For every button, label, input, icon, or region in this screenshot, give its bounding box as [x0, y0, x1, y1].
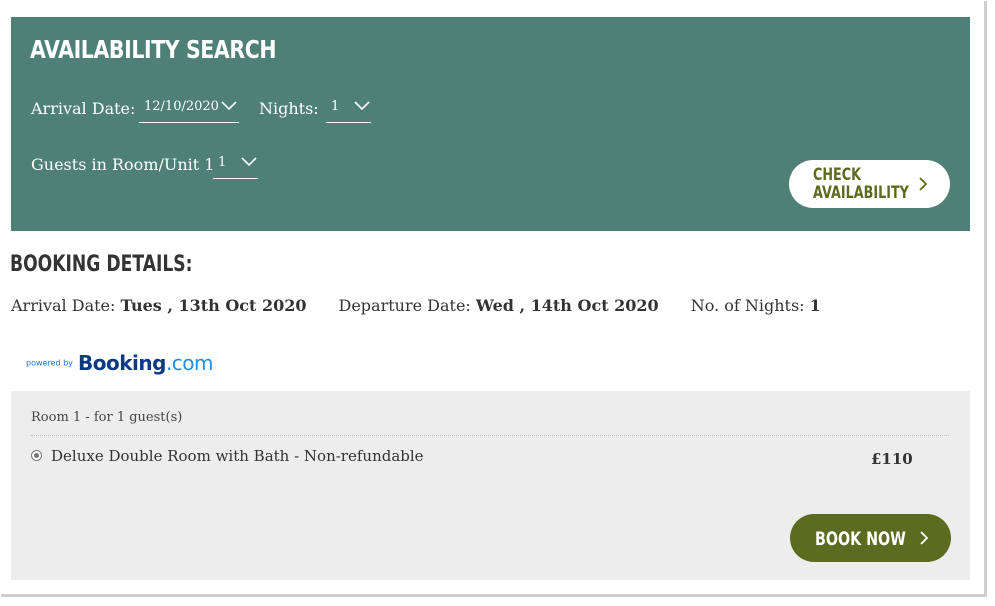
room-options-panel: Room 1 - for 1 guest(s) Deluxe Double Ro… [11, 391, 970, 580]
arrival-date-select[interactable]: 12/10/2020 [139, 95, 239, 123]
booking-details-summary: Arrival Date: Tues , 13th Oct 2020 Depart… [11, 296, 821, 315]
arrival-date-summary-label: Arrival Date: [11, 296, 121, 315]
nights-summary-value: 1 [809, 296, 821, 315]
booking-brand-name: Booking [78, 351, 166, 375]
booking-details-title: BOOKING DETAILS: [10, 252, 193, 277]
chevron-down-icon [241, 157, 257, 167]
chevron-down-icon [221, 101, 237, 111]
room-option-name[interactable]: Deluxe Double Room with Bath - Non-refun… [51, 447, 424, 465]
guests-label: Guests in Room/Unit 1 [31, 155, 215, 174]
chevron-right-icon [919, 177, 928, 191]
powered-by-text: powered by [26, 358, 73, 368]
check-availability-button[interactable]: CHECK AVAILABILITY [789, 160, 950, 208]
nights-value: 1 [331, 99, 340, 114]
check-availability-label: CHECK AVAILABILITY [813, 165, 909, 203]
divider [31, 435, 949, 436]
nights-summary-label: No. of Nights: [690, 296, 810, 315]
arrival-date-summary-value: Tues , 13th Oct 2020 [120, 296, 307, 315]
availability-search-panel: AVAILABILITY SEARCH Arrival Date: 12/10/… [11, 17, 970, 231]
chevron-right-icon [920, 531, 929, 545]
nights-select[interactable]: 1 [326, 95, 371, 123]
booking-brand-suffix: .com [165, 351, 214, 375]
book-now-label: BOOK NOW [815, 528, 906, 550]
arrival-date-label: Arrival Date: [31, 99, 136, 118]
chevron-down-icon [354, 101, 370, 111]
room-option-price: £110 [871, 450, 913, 468]
nights-label: Nights: [259, 99, 319, 118]
departure-date-label: Departure Date: [338, 296, 476, 315]
arrival-date-value: 12/10/2020 [144, 99, 219, 114]
panel-title: AVAILABILITY SEARCH [30, 35, 277, 64]
book-now-button[interactable]: BOOK NOW [790, 514, 951, 562]
booking-brand: Booking.com [78, 351, 214, 375]
guests-value: 1 [218, 155, 227, 170]
departure-date-value: Wed , 14th Oct 2020 [475, 296, 659, 315]
radio-selected-icon[interactable] [31, 450, 42, 461]
guests-select[interactable]: 1 [213, 151, 258, 179]
room-header: Room 1 - for 1 guest(s) [31, 410, 183, 425]
booking-logo: powered by Booking.com [26, 351, 214, 377]
